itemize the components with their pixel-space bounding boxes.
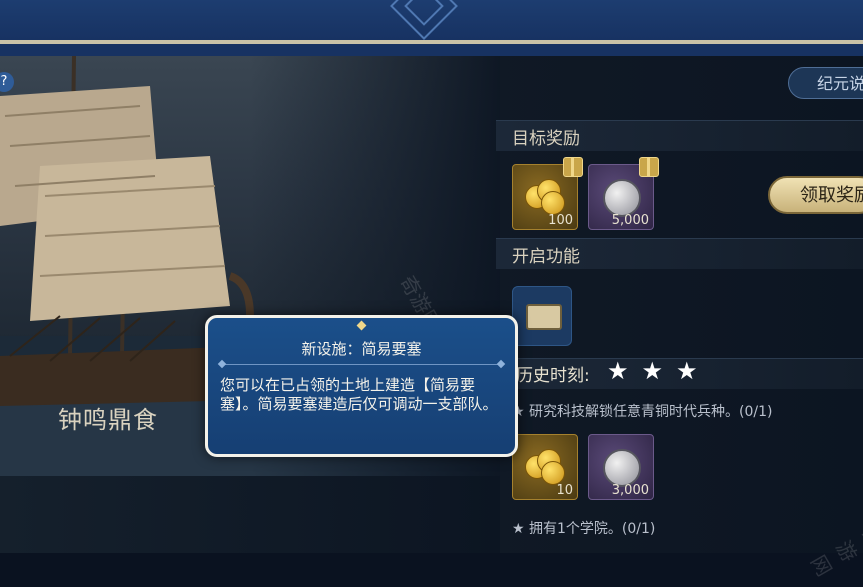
feature-tile-fortress[interactable]: [512, 286, 572, 346]
history-stars: ★★★: [607, 357, 711, 385]
gold-coins-icon: [525, 179, 565, 215]
popup-body: 您可以在已占领的土地上建造【简易要塞】。简易要塞建造后仅可调动一支部队。: [220, 376, 498, 413]
top-bar: [0, 0, 863, 40]
reward-tile-silver[interactable]: 5,000: [588, 157, 659, 230]
facility-popup: 新设施：简易要塞 您可以在已占领的土地上建造【简易要塞】。简易要塞建造后仅可调动…: [205, 315, 518, 457]
features-section-header: 开启功能: [496, 238, 863, 269]
gift-icon: [563, 157, 583, 177]
silver-coins-icon: [603, 179, 641, 217]
silver-coins-icon: [603, 449, 641, 487]
reward-quantity: 10: [556, 483, 573, 498]
reward-quantity: 3,000: [611, 483, 649, 498]
task-reward-tile-gold[interactable]: 10: [512, 434, 578, 500]
fortress-icon: [526, 304, 562, 330]
emblem-icon: [390, 0, 458, 40]
popup-gem-icon: [356, 320, 367, 331]
task-label: ★ 研究科技解锁任意青铜时代兵种。(0/1): [512, 404, 773, 420]
rewards-section-title: 目标奖励: [512, 129, 580, 149]
task-reward-tile-silver[interactable]: 3,000: [588, 434, 654, 500]
claim-reward-button[interactable]: 领取奖励: [768, 176, 863, 214]
task-label: ★ 拥有1个学院。(0/1): [512, 521, 656, 537]
sub-bar: [0, 44, 863, 56]
reward-tile-gold[interactable]: 100: [512, 157, 583, 230]
gift-icon: [639, 157, 659, 177]
rewards-section-header: 目标奖励: [496, 120, 863, 151]
popup-title: 新设施：简易要塞: [301, 340, 422, 358]
scene-title: 钟鸣鼎食: [58, 406, 158, 434]
scene-bottom-strip: [0, 476, 500, 553]
popup-divider: [222, 364, 501, 365]
reward-quantity: 100: [548, 213, 573, 228]
reward-quantity: 5,000: [611, 213, 649, 228]
gold-coins-icon: [525, 449, 565, 485]
features-section-title: 开启功能: [512, 247, 580, 267]
history-title: 历史时刻:: [516, 366, 590, 386]
era-info-button[interactable]: 纪元说: [788, 67, 863, 99]
